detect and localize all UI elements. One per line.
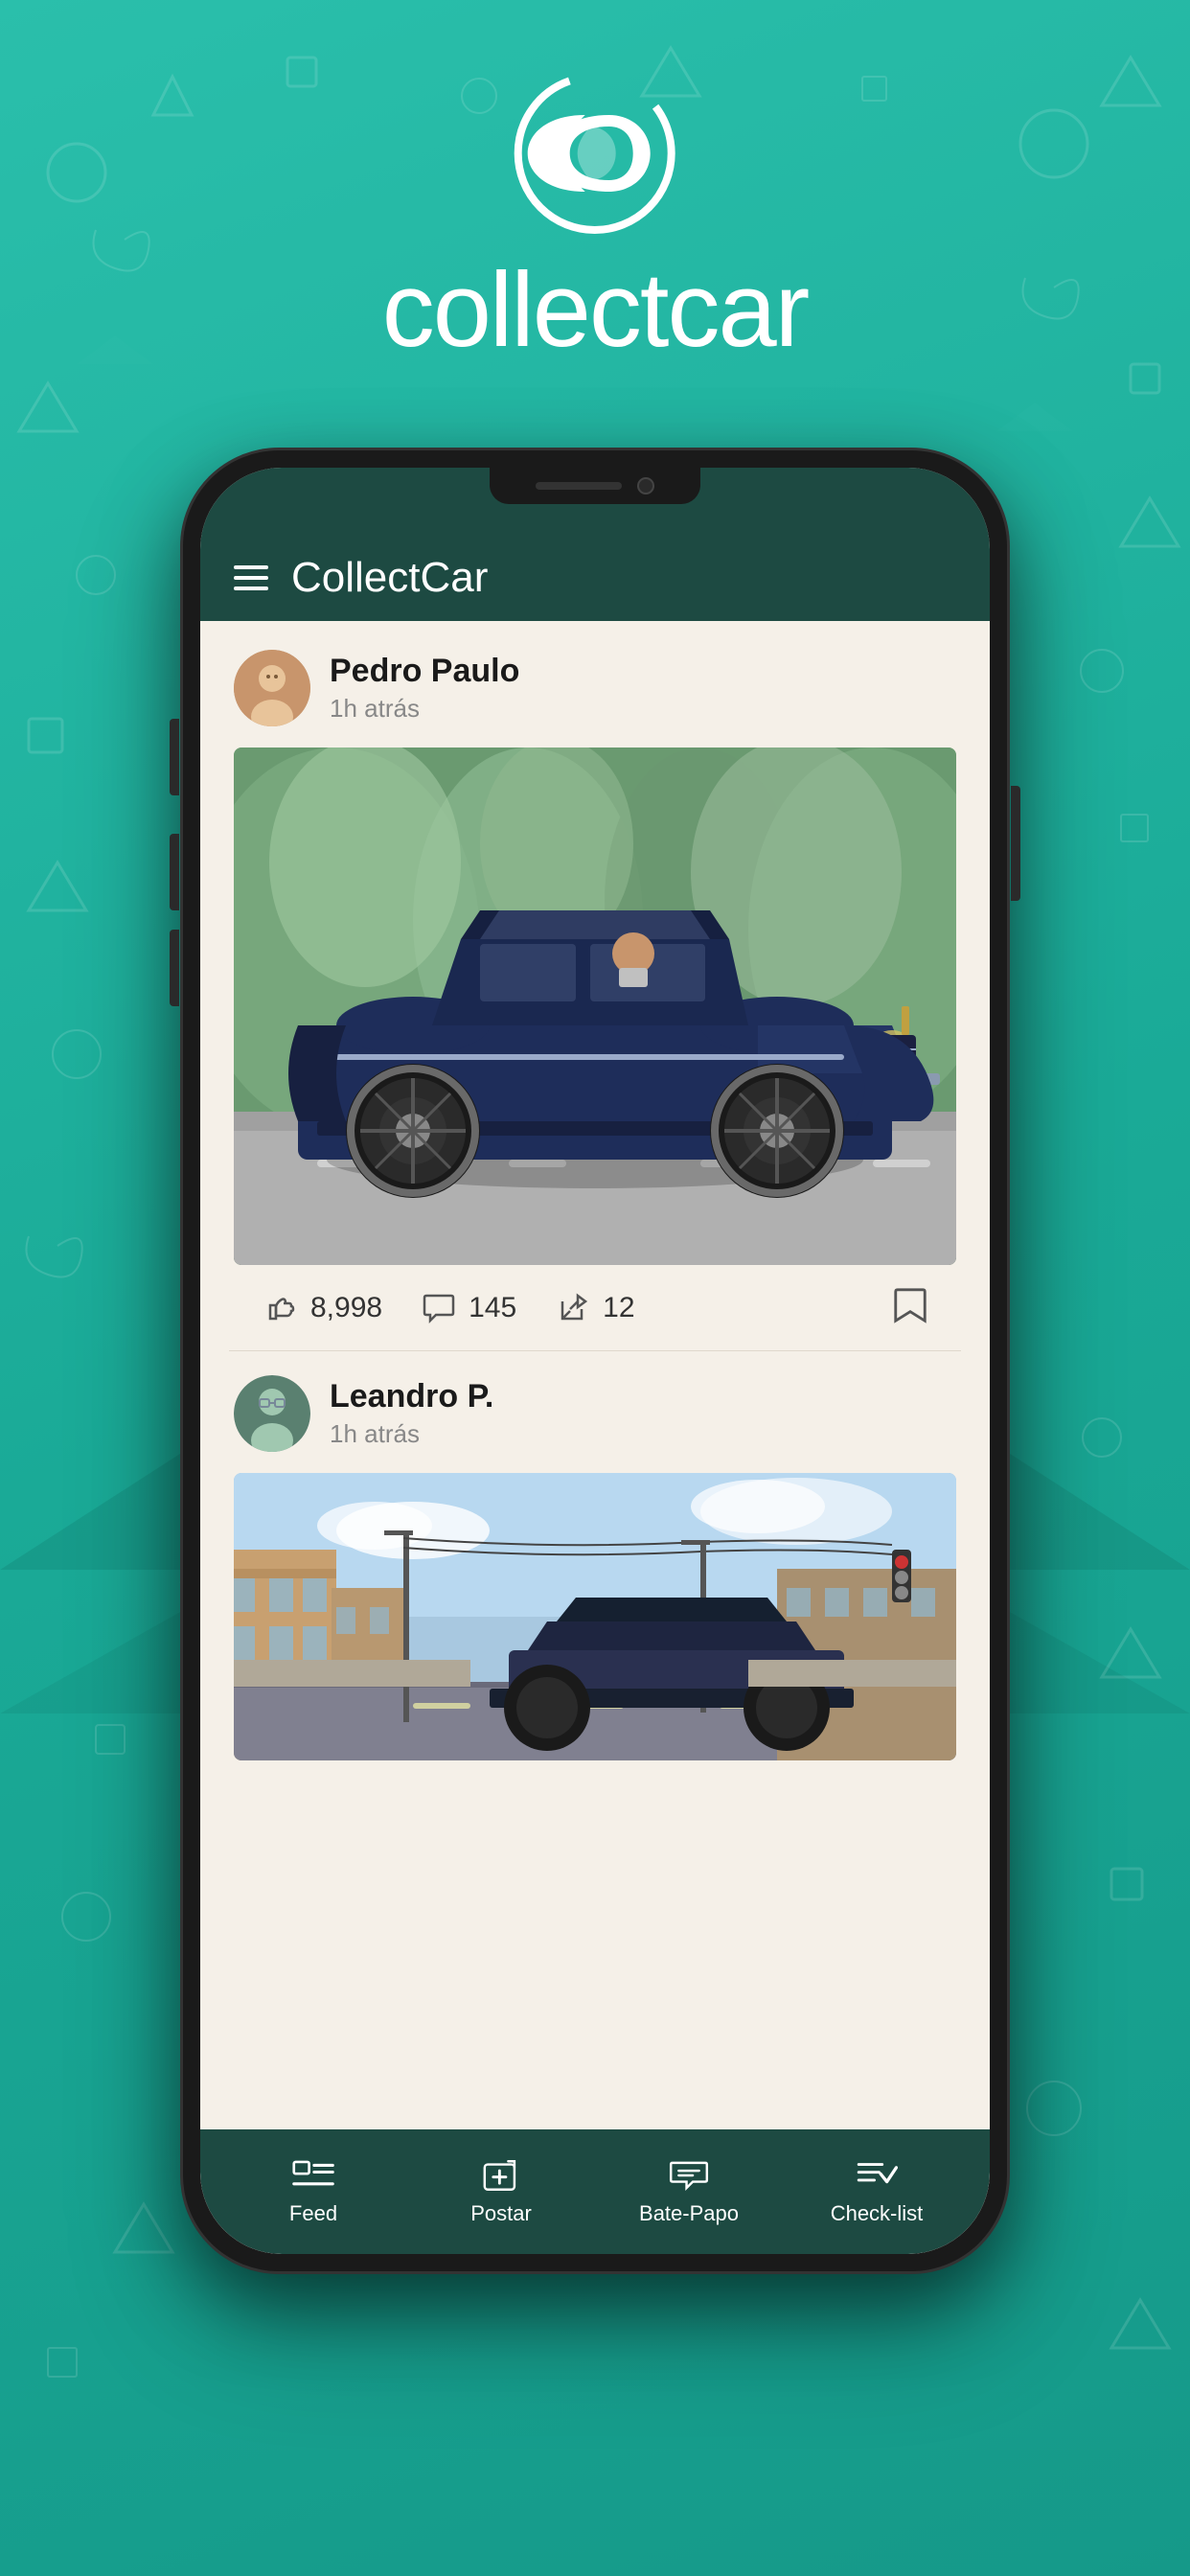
feed-icon <box>289 2157 337 2194</box>
hamburger-line-3 <box>234 586 268 590</box>
post-time-2: 1h atrás <box>330 1419 493 1449</box>
logo-area: collectcar <box>382 58 809 371</box>
likes-group[interactable]: 8,998 <box>263 1290 382 1326</box>
batepapo-nav-label: Bate-Papo <box>639 2201 739 2226</box>
post-card-1: Pedro Paulo 1h atrás <box>200 621 990 1350</box>
menu-button[interactable] <box>234 565 268 590</box>
phone-speaker <box>536 482 622 490</box>
bookmark-button-1[interactable] <box>893 1286 927 1329</box>
feed-content[interactable]: Pedro Paulo 1h atrás <box>200 621 990 1760</box>
avatar-img-pedro <box>234 650 310 726</box>
like-count-1: 8,998 <box>310 1292 382 1324</box>
author-name-1: Pedro Paulo <box>330 653 519 690</box>
phone-mockup: CollectCar <box>183 450 1007 2271</box>
phone-screen[interactable]: CollectCar <box>200 468 990 2254</box>
feed-nav-label: Feed <box>289 2201 337 2226</box>
checklist-icon <box>853 2157 901 2194</box>
cc-logo-svg <box>499 58 691 249</box>
author-name-2: Leandro P. <box>330 1378 493 1415</box>
author-info-2: Leandro P. 1h atrás <box>330 1378 493 1449</box>
bookmark-icon <box>893 1286 927 1324</box>
nav-item-batepapo[interactable]: Bate-Papo <box>627 2157 751 2226</box>
post-image-2[interactable] <box>234 1473 956 1760</box>
comment-count-1: 145 <box>469 1292 516 1324</box>
phone-notch <box>490 468 700 504</box>
post-image-1[interactable] <box>234 748 956 1265</box>
app-title: CollectCar <box>291 554 488 602</box>
checklist-nav-svg <box>856 2158 898 2193</box>
share-icon[interactable] <box>555 1290 591 1326</box>
chat-icon <box>665 2157 713 2194</box>
app-logo-text: collectcar <box>382 249 809 371</box>
nav-item-postar[interactable]: Postar <box>439 2157 563 2226</box>
avatar-svg-leandro <box>234 1375 310 1452</box>
post-icon <box>477 2157 525 2194</box>
avatar-pedro[interactable] <box>234 650 310 726</box>
post-actions-1: 8,998 145 <box>234 1265 956 1350</box>
like-icon[interactable] <box>263 1290 299 1326</box>
chat-nav-svg <box>668 2158 710 2193</box>
bottom-navigation: Feed Postar <box>200 2129 990 2254</box>
nav-item-checklist[interactable]: Check-list <box>814 2157 939 2226</box>
post-nav-svg <box>480 2158 522 2193</box>
phone-camera <box>637 477 654 494</box>
post-author-row-2: Leandro P. 1h atrás <box>234 1375 956 1452</box>
hamburger-line-2 <box>234 576 268 580</box>
post-author-row-1: Pedro Paulo 1h atrás <box>234 650 956 726</box>
postar-nav-label: Postar <box>470 2201 532 2226</box>
author-info-1: Pedro Paulo 1h atrás <box>330 653 519 724</box>
share-count-1: 12 <box>603 1292 634 1324</box>
checklist-nav-label: Check-list <box>831 2201 924 2226</box>
app-header: CollectCar <box>200 535 990 621</box>
shares-group[interactable]: 12 <box>555 1290 634 1326</box>
feed-nav-svg <box>292 2158 334 2193</box>
comments-group[interactable]: 145 <box>421 1290 516 1326</box>
avatar-svg-pedro <box>234 650 310 726</box>
nav-item-feed[interactable]: Feed <box>251 2157 376 2226</box>
avatar-leandro[interactable] <box>234 1375 310 1452</box>
hamburger-line-1 <box>234 565 268 569</box>
street-scene-svg <box>234 1473 956 1760</box>
car-scene-svg <box>234 748 956 1265</box>
comment-icon[interactable] <box>421 1290 457 1326</box>
post-time-1: 1h atrás <box>330 694 519 724</box>
phone-outer-frame: CollectCar <box>183 450 1007 2271</box>
phone-notch-bar <box>200 468 990 535</box>
post-card-2: Leandro P. 1h atrás <box>200 1351 990 1760</box>
